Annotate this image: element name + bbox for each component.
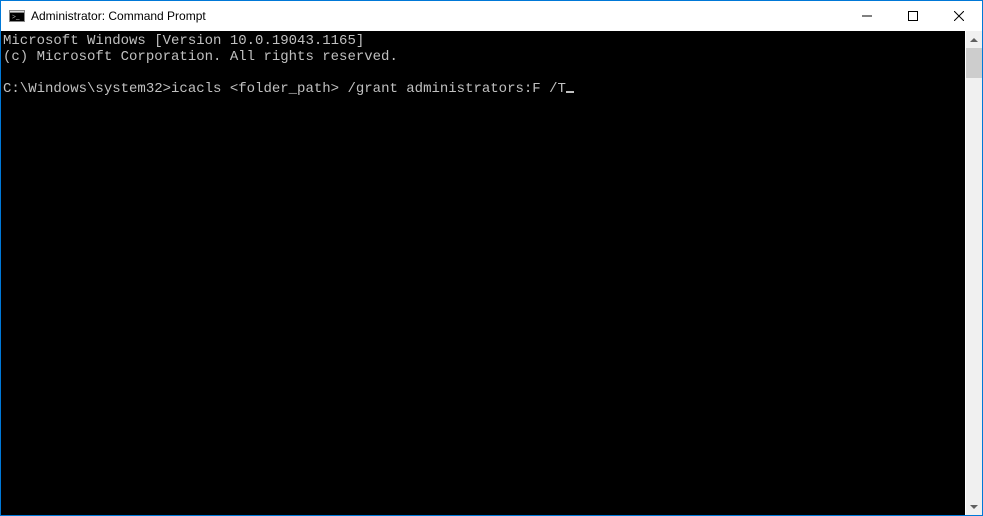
scroll-down-button[interactable] <box>966 498 982 515</box>
client-area: Microsoft Windows [Version 10.0.19043.11… <box>1 31 982 515</box>
cmd-icon: >_ <box>9 8 25 24</box>
prompt-text: C:\Windows\system32> <box>3 81 171 97</box>
window-title: Administrator: Command Prompt <box>31 9 844 23</box>
version-line: Microsoft Windows [Version 10.0.19043.11… <box>3 33 364 49</box>
vertical-scrollbar[interactable] <box>965 31 982 515</box>
scroll-up-button[interactable] <box>966 31 982 48</box>
svg-text:>_: >_ <box>12 13 20 21</box>
command-text: icacls <folder_path> /grant administrato… <box>171 81 566 97</box>
scroll-thumb[interactable] <box>966 48 982 78</box>
copyright-line: (c) Microsoft Corporation. All rights re… <box>3 49 398 65</box>
close-button[interactable] <box>936 1 982 31</box>
text-cursor <box>566 91 574 93</box>
maximize-button[interactable] <box>890 1 936 31</box>
window-controls <box>844 1 982 31</box>
command-prompt-window: >_ Administrator: Command Prompt Microso… <box>0 0 983 516</box>
titlebar[interactable]: >_ Administrator: Command Prompt <box>1 1 982 31</box>
terminal-output[interactable]: Microsoft Windows [Version 10.0.19043.11… <box>1 31 965 515</box>
minimize-button[interactable] <box>844 1 890 31</box>
